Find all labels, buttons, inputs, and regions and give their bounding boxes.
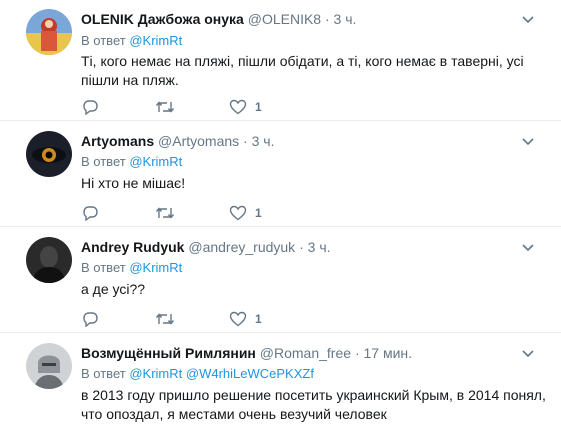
timestamp[interactable]: 3 ч. — [334, 11, 357, 27]
reply-button[interactable] — [81, 97, 99, 117]
retweet-icon — [155, 313, 175, 325]
reply-context: В ответ @KrimRt — [81, 32, 182, 49]
reply-to-link[interactable]: @KrimRt — [129, 366, 182, 381]
fullname[interactable]: Artyomans — [81, 133, 154, 149]
chevron-down-icon[interactable] — [521, 241, 535, 255]
tweet[interactable]: OLENIK Дажбожа онука @OLENIK8 · 3 ч. В о… — [0, 0, 561, 121]
like-count: 1 — [255, 312, 262, 326]
reply-prefix: В ответ — [81, 366, 126, 381]
like-count: 1 — [255, 100, 262, 114]
fullname[interactable]: Andrey Rudyuk — [81, 239, 184, 255]
avatar[interactable] — [26, 9, 72, 55]
tweet[interactable]: Возмущённый Римлянин @Roman_free · 17 ми… — [0, 333, 561, 433]
separator: · — [324, 11, 330, 27]
timestamp[interactable]: 3 ч. — [252, 133, 275, 149]
retweet-icon — [155, 207, 175, 219]
separator: · — [299, 239, 304, 255]
reply-to-link[interactable]: @KrimRt — [129, 33, 182, 48]
like-count: 1 — [255, 206, 262, 220]
tweet-header: Artyomans @Artyomans · 3 ч. — [81, 132, 274, 150]
reply-prefix: В ответ — [81, 154, 126, 169]
tweet-text: а де усі?? — [81, 281, 146, 297]
reply-context: В ответ @KrimRt — [81, 153, 182, 170]
fullname[interactable]: Возмущённый Римлянин — [81, 345, 256, 361]
reply-button[interactable] — [81, 203, 99, 223]
reply-icon — [83, 312, 98, 327]
tweet[interactable]: Andrey Rudyuk @andrey_rudyuk · 3 ч. В от… — [0, 227, 561, 333]
reply-prefix: В ответ — [81, 33, 126, 48]
tweet-header: Andrey Rudyuk @andrey_rudyuk · 3 ч. — [81, 238, 331, 256]
reply-to-link[interactable]: @W4rhiLeWCePKXZf — [186, 366, 314, 381]
reply-button[interactable] — [81, 309, 99, 329]
retweet-button[interactable] — [155, 203, 175, 223]
chevron-down-icon[interactable] — [521, 347, 535, 361]
screenname[interactable]: @Artyomans — [158, 133, 239, 149]
timestamp[interactable]: 17 мин. — [364, 345, 413, 361]
reply-icon — [83, 206, 98, 221]
separator: · — [354, 345, 360, 361]
reply-to-link[interactable]: @KrimRt — [129, 154, 182, 169]
retweet-button[interactable] — [155, 309, 175, 329]
reply-context: В ответ @KrimRt @W4rhiLeWCePKXZf — [81, 365, 314, 382]
screenname[interactable]: @Roman_free — [260, 345, 351, 361]
tweet-header: Возмущённый Римлянин @Roman_free · 17 ми… — [81, 344, 412, 362]
tweet-text: Ті, кого немає на пляжі, пішли обідати, … — [81, 53, 524, 88]
heart-icon — [229, 311, 247, 327]
reply-context: В ответ @KrimRt — [81, 259, 182, 276]
screenname[interactable]: @OLENIK8 — [248, 11, 321, 27]
like-button[interactable]: 1 — [229, 309, 262, 329]
tweet-text: Ні хто не мішає! — [81, 175, 186, 191]
like-button[interactable]: 1 — [229, 203, 262, 223]
chevron-down-icon[interactable] — [521, 13, 535, 27]
heart-icon — [229, 205, 247, 221]
separator: · — [243, 133, 248, 149]
avatar[interactable] — [26, 237, 72, 283]
tweet[interactable]: Artyomans @Artyomans · 3 ч. В ответ @Kri… — [0, 121, 561, 227]
reply-to-link[interactable]: @KrimRt — [129, 260, 182, 275]
avatar[interactable] — [26, 131, 72, 177]
reply-icon — [83, 100, 98, 115]
timestamp[interactable]: 3 ч. — [308, 239, 331, 255]
avatar[interactable] — [26, 343, 72, 389]
reply-feed: OLENIK Дажбожа онука @OLENIK8 · 3 ч. В о… — [0, 0, 561, 433]
fullname[interactable]: OLENIK Дажбожа онука — [81, 11, 244, 27]
chevron-down-icon[interactable] — [521, 135, 535, 149]
reply-prefix: В ответ — [81, 260, 126, 275]
tweet-header: OLENIK Дажбожа онука @OLENIK8 · 3 ч. — [81, 10, 356, 28]
screenname[interactable]: @andrey_rudyuk — [188, 239, 295, 255]
like-button[interactable]: 1 — [229, 97, 262, 117]
tweet-text: в 2013 году пришло решение посетить укра… — [81, 387, 546, 422]
retweet-icon — [155, 101, 175, 113]
heart-icon — [229, 99, 247, 115]
retweet-button[interactable] — [155, 97, 175, 117]
